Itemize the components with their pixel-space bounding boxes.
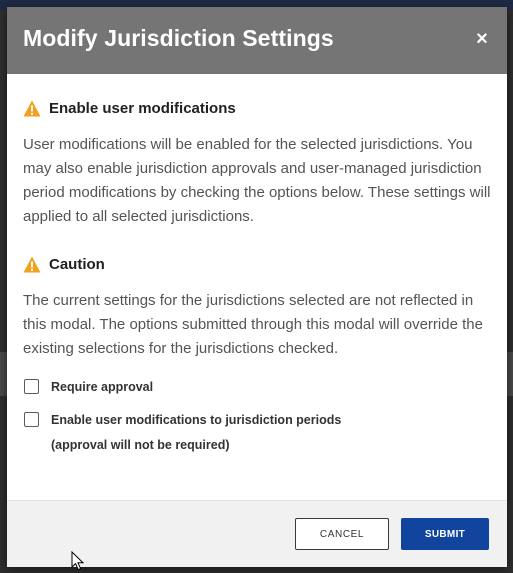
caution-heading: Caution: [23, 253, 491, 275]
mouse-cursor-icon: [71, 551, 85, 571]
require-approval-checkbox[interactable]: [24, 379, 39, 394]
caution-section: Caution The current settings for the jur…: [23, 253, 491, 361]
enable-modifications-description: User modifications will be enabled for t…: [23, 136, 491, 225]
require-approval-label[interactable]: Require approval: [51, 379, 153, 395]
enable-modifications-section: Enable user modifications User modificat…: [23, 97, 491, 229]
enable-modifications-title: Enable user modifications: [49, 99, 236, 117]
caution-title: Caution: [49, 255, 105, 273]
require-approval-label-wrap: Require approval: [51, 379, 153, 395]
close-icon: ×: [476, 28, 488, 50]
period-modifications-label[interactable]: Enable user modifications to jurisdictio…: [51, 412, 341, 428]
caution-description: The current settings for the jurisdictio…: [23, 292, 483, 357]
modal-header: Modify Jurisdiction Settings ×: [7, 7, 507, 74]
period-modifications-sublabel: (approval will not be required): [51, 438, 230, 452]
warning-icon: [23, 100, 41, 116]
warning-icon: [23, 256, 41, 272]
period-modifications-checkbox[interactable]: [24, 412, 39, 427]
modal-title: Modify Jurisdiction Settings: [23, 25, 334, 51]
close-button[interactable]: ×: [471, 27, 493, 51]
period-modifications-label-wrap: Enable user modifications to jurisdictio…: [51, 412, 341, 453]
backdrop-fragment-right: [507, 352, 513, 396]
enable-modifications-heading: Enable user modifications: [23, 97, 491, 119]
modify-jurisdiction-settings-modal: Modify Jurisdiction Settings × Enable us…: [7, 7, 507, 567]
submit-button[interactable]: SUBMIT: [401, 518, 489, 550]
period-modifications-option[interactable]: Enable user modifications to jurisdictio…: [23, 412, 491, 453]
modal-body: Enable user modifications User modificat…: [23, 97, 491, 453]
require-approval-option[interactable]: Require approval: [23, 379, 491, 395]
cancel-button[interactable]: CANCEL: [295, 518, 389, 550]
